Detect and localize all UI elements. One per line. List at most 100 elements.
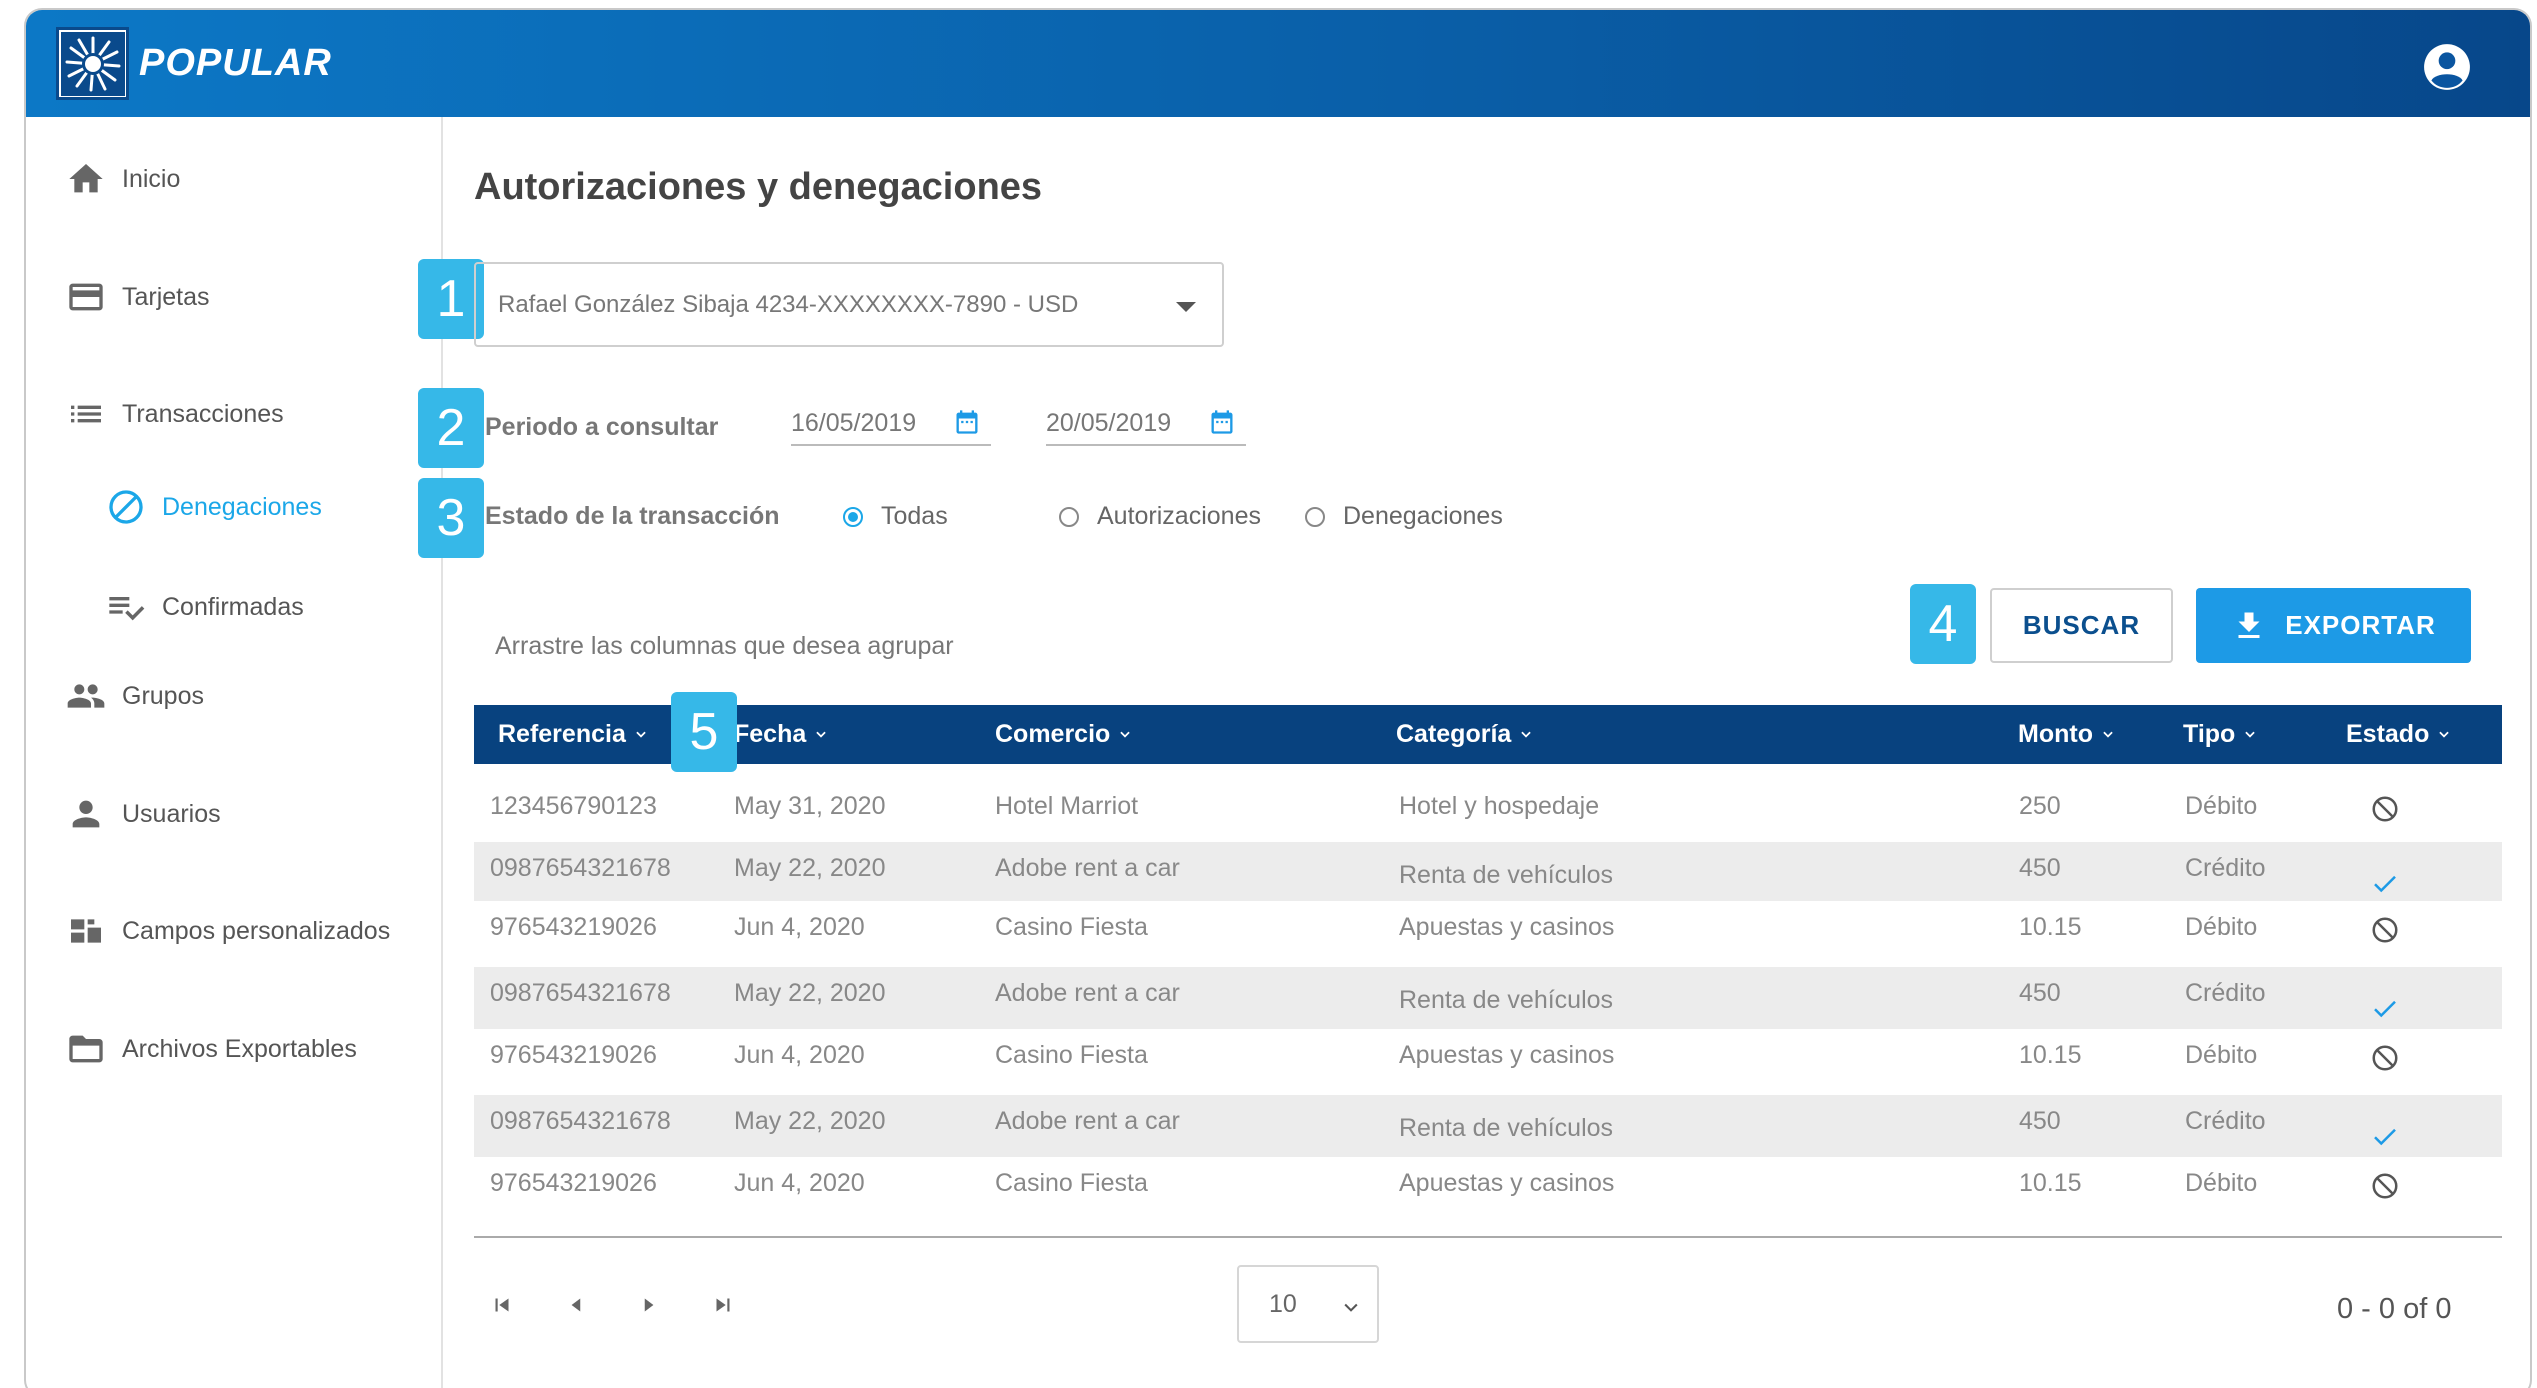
column-header[interactable]: Tipo: [2183, 705, 2257, 764]
cell-date: May 22, 2020: [734, 1107, 886, 1135]
sidebar-item-transacciones[interactable]: Transacciones: [64, 392, 284, 436]
sidebar-item-campos-personalizados[interactable]: Campos personalizados: [64, 909, 390, 953]
sidebar-item-inicio[interactable]: Inicio: [64, 157, 180, 201]
sidebar-item-label: Grupos: [122, 681, 204, 710]
people-icon: [64, 674, 108, 718]
date-to-input[interactable]: 20/05/2019: [1046, 402, 1246, 446]
sidebar-item-confirmadas[interactable]: Confirmadas: [104, 585, 304, 629]
column-header[interactable]: Monto: [2018, 705, 2115, 764]
sidebar-item-label: Archivos Exportables: [122, 1034, 357, 1063]
dashboard-customize-icon: [64, 909, 108, 953]
sidebar-item-grupos[interactable]: Grupos: [64, 674, 204, 718]
radio-dot: [843, 506, 863, 527]
cell-category: Apuestas y casinos: [1399, 1169, 1615, 1197]
column-header[interactable]: Estado: [2346, 705, 2451, 764]
next-page-icon[interactable]: [635, 1292, 661, 1318]
cell-type: Débito: [2185, 1041, 2258, 1069]
table-row[interactable]: 976543219026 Jun 4, 2020 Casino Fiesta Apue…: [474, 901, 2502, 967]
table-row[interactable]: 0987654321678 May 22, 2020 Adobe rent a ca…: [474, 842, 2502, 901]
group-drag-hint: Arrastre las columnas que desea agrupar: [495, 632, 954, 660]
date-to-value: 20/05/2019: [1046, 408, 1172, 437]
cell-amount: 450: [2019, 1107, 2061, 1135]
table-row[interactable]: 123456790123 May 31, 2020 Hotel Marriot Hot…: [474, 764, 2502, 842]
page-size-select[interactable]: 10: [1237, 1265, 1379, 1343]
cell-date: Jun 4, 2020: [734, 1169, 865, 1197]
main-content: Autorizaciones y denegaciones 1 Rafael G…: [418, 117, 2530, 1388]
cell-ref: 976543219026: [490, 1169, 657, 1197]
cell-type: Débito: [2185, 1169, 2258, 1197]
sidebar-item-label: Tarjetas: [122, 282, 210, 311]
radio-todas[interactable]: Todas: [843, 502, 948, 531]
cell-ref: 0987654321678: [490, 979, 671, 1007]
chevron-down-icon: [2439, 731, 2450, 738]
column-header-label: Tipo: [2183, 720, 2236, 748]
sidebar-item-usuarios[interactable]: Usuarios: [64, 792, 221, 836]
cell-type: Débito: [2185, 792, 2258, 820]
cell-merchant: Casino Fiesta: [995, 1169, 1148, 1197]
block-icon: [2372, 796, 2398, 822]
column-header[interactable]: Fecha: [734, 705, 828, 764]
list-icon: [64, 392, 108, 436]
chevron-down-icon: [2103, 731, 2113, 738]
column-header[interactable]: Categoría: [1396, 705, 1533, 764]
export-button[interactable]: EXPORTAR: [2196, 588, 2471, 663]
first-page-icon[interactable]: [489, 1292, 515, 1318]
calendar-icon[interactable]: [1208, 408, 1236, 436]
sidebar: Inicio Tarjetas Transacciones Denegacion…: [26, 117, 443, 1388]
popular-sun-logo-icon: [56, 27, 129, 100]
step-marker-2: 2: [418, 388, 484, 468]
brand-logo[interactable]: POPULAR: [56, 27, 332, 100]
cell-date: May 31, 2020: [734, 792, 886, 820]
cell-merchant: Adobe rent a car: [995, 979, 1180, 1007]
cell-amount: 250: [2019, 792, 2061, 820]
radio-autorizaciones[interactable]: Autorizaciones: [1059, 502, 1261, 531]
caret-down-icon: [1176, 302, 1196, 312]
previous-page-icon[interactable]: [564, 1292, 590, 1318]
cell-category: Renta de vehículos: [1399, 986, 1614, 1014]
card-select-dropdown[interactable]: Rafael González Sibaja 4234-XXXXXXXX-789…: [474, 262, 1224, 347]
check-icon: [2374, 875, 2396, 893]
cell-category: Renta de vehículos: [1399, 1114, 1614, 1142]
status-filter-label: Estado de la transacción: [485, 502, 780, 530]
app-window: POPULAR Inicio Tarjetas Transacciones De…: [24, 8, 2532, 1388]
column-header-label: Comercio: [995, 720, 1111, 748]
cell-category: Hotel y hospedaje: [1399, 792, 1600, 820]
search-button[interactable]: BUSCAR: [1990, 588, 2173, 663]
cell-amount: 10.15: [2019, 1169, 2082, 1197]
account-circle-icon[interactable]: [2422, 42, 2472, 92]
check-icon: [2374, 1000, 2396, 1018]
sidebar-item-archivos-exportables[interactable]: Archivos Exportables: [64, 1027, 357, 1071]
last-page-icon[interactable]: [710, 1292, 736, 1318]
column-header[interactable]: Comercio: [995, 705, 1132, 764]
sidebar-item-label: Transacciones: [122, 399, 284, 428]
cell-amount: 450: [2019, 854, 2061, 882]
table-row[interactable]: 976543219026 Jun 4, 2020 Casino Fiesta Apue…: [474, 1029, 2502, 1095]
table-row[interactable]: 0987654321678 May 22, 2020 Adobe rent a ca…: [474, 1095, 2502, 1157]
cell-amount: 450: [2019, 979, 2061, 1007]
table-divider: [474, 1236, 2502, 1238]
cell-merchant: Adobe rent a car: [995, 1107, 1180, 1135]
date-from-input[interactable]: 16/05/2019: [791, 402, 991, 446]
block-icon: [2372, 917, 2398, 943]
cell-category: Apuestas y casinos: [1399, 1041, 1615, 1069]
radio-label: Denegaciones: [1343, 502, 1503, 530]
table-header: Referencia Fecha Comercio Categoría Monto Tip…: [474, 705, 2502, 764]
cell-type: Crédito: [2185, 979, 2266, 1007]
column-header[interactable]: Referencia: [498, 705, 648, 764]
column-header-label: Referencia: [498, 720, 626, 748]
check-icon: [2374, 1128, 2396, 1146]
chevron-down-icon: [1344, 1303, 1358, 1312]
radio-denegaciones[interactable]: Denegaciones: [1305, 502, 1503, 531]
table-row[interactable]: 976543219026 Jun 4, 2020 Casino Fiesta Apue…: [474, 1157, 2502, 1223]
table-row[interactable]: 0987654321678 May 22, 2020 Adobe rent a ca…: [474, 967, 2502, 1029]
cell-amount: 10.15: [2019, 1041, 2082, 1069]
folder-icon: [64, 1027, 108, 1071]
sidebar-item-label: Denegaciones: [162, 492, 322, 521]
calendar-icon[interactable]: [953, 408, 981, 436]
sidebar-item-label: Confirmadas: [162, 592, 304, 621]
cell-amount: 10.15: [2019, 913, 2082, 941]
sidebar-item-denegaciones[interactable]: Denegaciones: [104, 485, 322, 529]
sidebar-item-tarjetas[interactable]: Tarjetas: [64, 275, 210, 319]
transactions-table: Referencia Fecha Comercio Categoría Monto Tip…: [474, 705, 2502, 1238]
cell-date: May 22, 2020: [734, 979, 886, 1007]
